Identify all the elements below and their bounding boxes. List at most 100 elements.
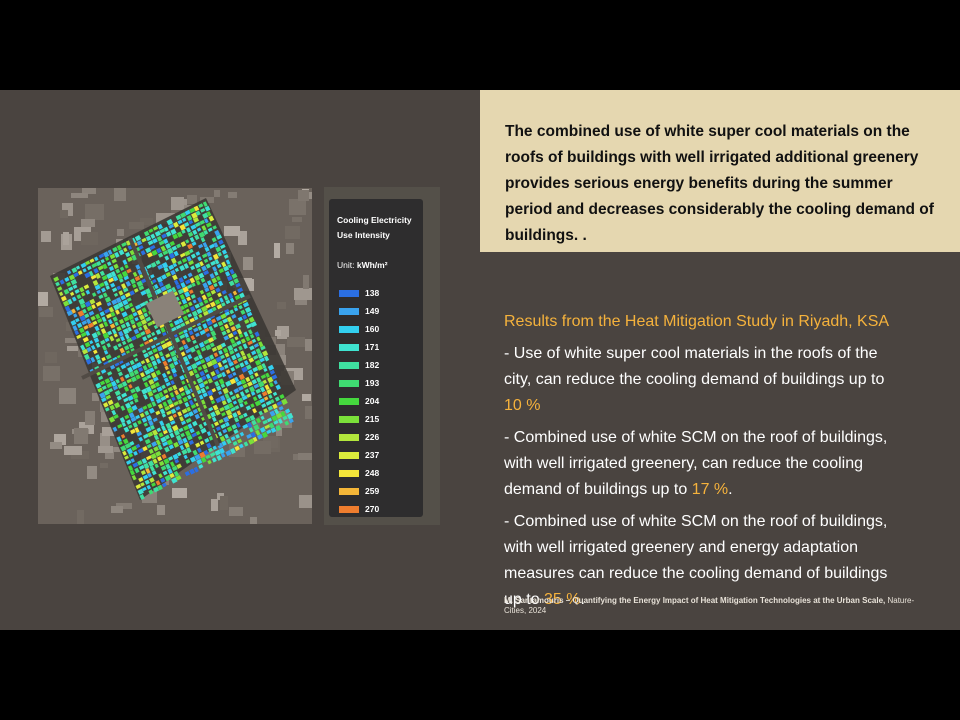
city-energy-map (38, 188, 312, 524)
legend-item: 270 (339, 500, 379, 518)
legend-swatch (339, 379, 359, 387)
map-block (274, 243, 280, 258)
legend-panel: Cooling Electricity Use Intensity Unit: … (324, 187, 440, 525)
map-block (275, 330, 281, 336)
legend-value: 182 (365, 360, 380, 370)
legend-item: 215 (339, 410, 379, 428)
legend-item: 248 (339, 464, 379, 482)
map-block (85, 411, 95, 425)
legend-swatch (339, 307, 359, 315)
legend-swatch (339, 433, 359, 441)
legend-unit-value: kWh/m² (356, 260, 388, 270)
slide: Cooling Electricity Use Intensity Unit: … (0, 90, 960, 630)
map-block (77, 510, 84, 524)
map-block (250, 517, 257, 524)
legend-swatch (339, 289, 359, 297)
legend-value: 226 (365, 432, 380, 442)
map-block (60, 210, 68, 218)
map-block (294, 288, 312, 300)
legend-value: 193 (365, 378, 380, 388)
map-block (302, 394, 311, 401)
result-percent: 10 % (504, 397, 541, 414)
legend-swatch (339, 487, 359, 495)
legend-item: 237 (339, 446, 379, 464)
legend-value: 270 (365, 504, 380, 514)
legend-value: 248 (365, 468, 380, 478)
map-block (74, 428, 88, 444)
legend-swatch (339, 469, 359, 477)
map-block (45, 352, 57, 363)
legend-items: 138 149 160 171 182 193 204 215 226 237 248 259 270 (339, 284, 379, 518)
legend-swatch (339, 451, 359, 459)
map-block (41, 231, 51, 242)
legend-swatch (339, 343, 359, 351)
legend-item: 138 (339, 284, 379, 302)
map-block (285, 226, 300, 239)
map-block (187, 195, 197, 204)
summary-text: The combined use of white super cool mat… (505, 123, 934, 244)
map-image (38, 188, 312, 524)
legend-unit: Unit: kWh/m² (337, 260, 388, 270)
map-block (292, 217, 302, 222)
legend-value: 204 (365, 396, 380, 406)
map-block (243, 257, 253, 270)
map-block (286, 243, 294, 254)
legend-value: 237 (365, 450, 380, 460)
map-block (277, 302, 286, 309)
map-block (211, 499, 218, 511)
map-block (228, 192, 237, 198)
map-block (111, 506, 123, 513)
legend-item: 149 (339, 302, 379, 320)
result-tail: . (728, 481, 733, 498)
legend-value: 215 (365, 414, 380, 424)
map-block (220, 496, 228, 510)
map-block (81, 232, 98, 245)
legend-swatch (339, 505, 359, 513)
legend-item: 204 (339, 392, 379, 410)
reference-citation: M. Santamouris – Quantifying the Energy … (504, 596, 960, 616)
map-block (85, 204, 104, 220)
reference-journal: Nature- (885, 596, 915, 605)
map-block (289, 199, 306, 215)
map-block (71, 193, 88, 198)
reference-line-2: Cities, 2024 (504, 606, 547, 615)
reference-line-1: M. Santamouris – Quantifying the Energy … (504, 596, 960, 606)
result-item-1: - Use of white super cool materials in t… (504, 341, 904, 419)
map-legend: Cooling Electricity Use Intensity Unit: … (329, 199, 423, 517)
legend-item: 182 (339, 356, 379, 374)
legend-value: 259 (365, 486, 380, 496)
map-block (224, 226, 240, 236)
map-block (117, 229, 124, 236)
map-block (87, 466, 97, 479)
map-block (43, 366, 60, 381)
map-block (303, 275, 309, 289)
map-block (98, 446, 113, 453)
map-block (229, 507, 243, 516)
reference-title: M. Santamouris – Quantifying the Energy … (504, 596, 886, 605)
map-block (254, 441, 271, 454)
legend-unit-label: Unit: (337, 260, 355, 270)
legend-item: 171 (339, 338, 379, 356)
legend-swatch (339, 415, 359, 423)
results-heading: Results from the Heat Mitigation Study i… (504, 313, 890, 330)
map-block (38, 292, 48, 306)
map-block (67, 346, 78, 351)
map-block (305, 339, 312, 351)
legend-value: 171 (365, 342, 380, 352)
summary-callout: The combined use of white super cool mat… (480, 90, 960, 252)
map-block (172, 488, 187, 498)
map-block (298, 190, 309, 201)
result-percent: 17 % (691, 481, 729, 498)
map-block (50, 442, 62, 449)
legend-value: 160 (365, 324, 380, 334)
legend-item: 160 (339, 320, 379, 338)
map-block (157, 505, 165, 515)
results-section: Results from the Heat Mitigation Study i… (504, 309, 904, 619)
map-block (64, 446, 82, 455)
legend-swatch (339, 361, 359, 369)
map-block (299, 495, 312, 508)
legend-swatch (339, 397, 359, 405)
map-block (81, 219, 95, 227)
legend-swatch (339, 325, 359, 333)
legend-item: 226 (339, 428, 379, 446)
